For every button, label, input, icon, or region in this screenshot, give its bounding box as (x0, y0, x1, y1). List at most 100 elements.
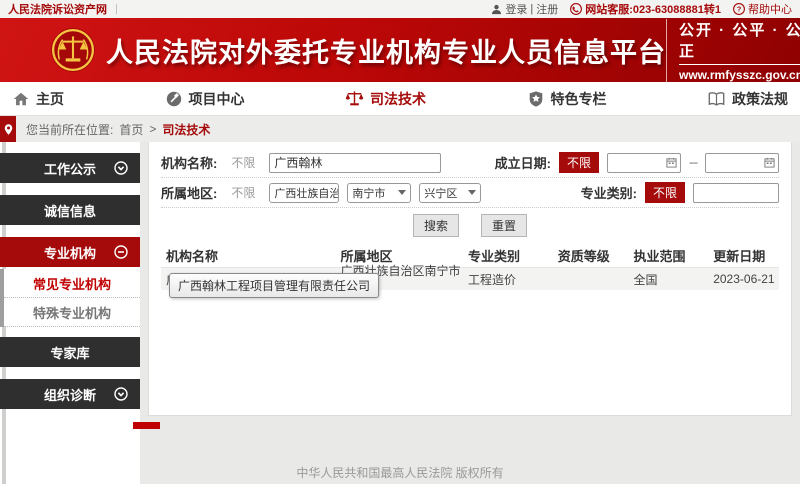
submenu-item-special-orgs[interactable]: 特殊专业机构 (4, 298, 140, 327)
district-select-value: 兴宁区 (424, 185, 457, 201)
nav-label: 政策法规 (732, 89, 788, 109)
book-icon (707, 90, 726, 108)
search-button[interactable]: 搜索 (413, 214, 459, 237)
location-pin-icon (0, 116, 16, 142)
sidebar-item-label: 组织诊断 (44, 385, 96, 404)
nav-item-policy[interactable]: 政策法规 (707, 89, 788, 109)
calendar-icon (764, 157, 775, 168)
top-utility-bar: 人民法院诉讼资产网 | 登录 | 注册 网站客服:023-63088881转1 … (0, 0, 800, 18)
org-name-tooltip: 广西翰林工程项目管理有限责任公司 (169, 273, 379, 298)
sidebar-item-professional-orgs[interactable]: 专业机构 (0, 237, 140, 267)
form-row-2: 所属地区: 不限 广西壮族自治 南宁市 兴宁区 专业类别: 不限 (161, 178, 779, 208)
page-title: 人民法院对外委托专业机构专业人员信息平台 (106, 31, 666, 70)
submenu-item-label: 常见专业机构 (33, 274, 111, 293)
site-name-link[interactable]: 人民法院诉讼资产网 (8, 1, 107, 17)
form-row-1: 机构名称: 不限 成立日期: 不限 --- (161, 148, 779, 178)
hotline-group: 网站客服:023-63088881转1 (570, 1, 721, 17)
court-emblem-logo (50, 27, 96, 73)
sidebar-item-label: 专业机构 (44, 243, 96, 262)
help-center-link[interactable]: 帮助中心 (748, 1, 792, 17)
province-select-value: 广西壮族自治 (274, 185, 339, 201)
reset-button[interactable]: 重置 (481, 214, 527, 237)
banner-slogan-block: 公开 · 公平 · 公正 www.rmfysszc.gov.cn (666, 19, 800, 82)
nav-label: 特色专栏 (551, 89, 607, 109)
breadcrumb-home-link[interactable]: 首页 (119, 121, 143, 138)
hotline-text: 网站客服:023-63088881转1 (585, 1, 721, 17)
cell-scope: 全国 (633, 271, 713, 288)
sidebar-item-label: 工作公示 (44, 159, 96, 178)
district-select[interactable]: 兴宁区 (419, 183, 481, 203)
expand-circle-icon[interactable] (114, 161, 128, 175)
footer-copyright: 中华人民共和国最高人民法院 版权所有 (0, 464, 800, 481)
slogan-text: 公开 · 公平 · 公正 (679, 19, 800, 65)
chevron-down-icon (398, 190, 406, 195)
question-icon: ? (733, 3, 745, 15)
sidebar-item-integrity-info[interactable]: 诚信信息 (0, 195, 140, 225)
nav-item-special-column[interactable]: 特色专栏 (527, 89, 607, 109)
founded-date-label: 成立日期: (495, 153, 551, 172)
org-name-label: 机构名称: (161, 153, 217, 172)
city-select[interactable]: 南宁市 (347, 183, 411, 203)
sidebar-item-label: 诚信信息 (44, 201, 96, 220)
sidebar-item-label: 专家库 (50, 343, 89, 362)
sidebar-item-expert-library[interactable]: 专家库 (0, 337, 140, 367)
sidebar-item-work-publicity[interactable]: 工作公示 (0, 153, 140, 183)
user-icon (491, 4, 502, 15)
region-unlimited-option[interactable]: 不限 (231, 184, 255, 201)
col-header-scope: 执业范围 (633, 246, 713, 265)
chevron-down-icon (468, 190, 476, 195)
login-register-group: 登录 | 注册 (491, 1, 558, 17)
cell-updated: 2023-06-21 (713, 272, 779, 286)
svg-text:?: ? (737, 5, 742, 14)
founded-date-to-input[interactable] (705, 153, 779, 173)
login-link[interactable]: 登录 (505, 1, 527, 17)
province-select[interactable]: 广西壮族自治 (269, 183, 339, 203)
red-accent-bar (133, 422, 160, 429)
nav-label: 项目中心 (189, 89, 245, 109)
col-header-org-name: 机构名称 (161, 246, 340, 265)
topbar-divider: | (115, 3, 118, 15)
nav-label: 司法技术 (370, 89, 426, 109)
phone-icon (570, 3, 582, 15)
col-header-category: 专业类别 (468, 246, 558, 265)
site-url: www.rmfysszc.gov.cn (679, 68, 800, 82)
search-results-panel: 机构名称: 不限 成立日期: 不限 --- 所属地区: 不限 广西壮族自治 (148, 142, 792, 416)
date-range-separator: --- (689, 157, 697, 169)
calendar-icon (666, 157, 677, 168)
badge-icon (527, 90, 545, 108)
founded-date-from-input[interactable] (607, 153, 681, 173)
expand-circle-icon[interactable] (114, 387, 128, 401)
org-name-unlimited-option[interactable]: 不限 (231, 154, 255, 171)
project-icon (165, 90, 183, 108)
submenu-item-common-orgs[interactable]: 常见专业机构 (4, 269, 140, 298)
breadcrumb-prefix: 您当前所在位置: (26, 121, 113, 138)
sidebar-item-org-diagnosis[interactable]: 组织诊断 (0, 379, 140, 409)
cell-category: 工程造价 (468, 271, 558, 288)
home-icon (12, 90, 30, 108)
breadcrumb: 您当前所在位置: 首页 > 司法技术 (0, 116, 800, 142)
sidebar-menu: 工作公示 诚信信息 专业机构 常见专业机构 特殊专业机构 专家库 组织诊断 (0, 153, 140, 421)
collapse-circle-icon[interactable] (114, 245, 128, 259)
category-input[interactable] (693, 183, 779, 203)
city-select-value: 南宁市 (352, 185, 385, 201)
nav-item-project-center[interactable]: 项目中心 (165, 89, 245, 109)
site-banner: 人民法院对外委托专业机构专业人员信息平台 公开 · 公平 · 公正 www.rm… (0, 18, 800, 82)
category-label: 专业类别: (581, 183, 637, 202)
category-unlimited-button[interactable]: 不限 (645, 182, 685, 203)
org-name-input[interactable] (269, 153, 441, 173)
nav-label: 主页 (36, 89, 64, 109)
form-buttons: 搜索 重置 (161, 212, 779, 238)
col-header-updated: 更新日期 (713, 246, 779, 265)
founded-unlimited-button[interactable]: 不限 (559, 152, 599, 173)
register-link[interactable]: 注册 (536, 1, 558, 17)
nav-item-judicial-tech[interactable]: 司法技术 (345, 89, 426, 109)
sidebar-submenu: 常见专业机构 特殊专业机构 (0, 269, 140, 327)
main-nav: 主页 项目中心 司法技术 特色专栏 政策法规 (0, 82, 800, 116)
help-group: ? 帮助中心 (733, 1, 792, 17)
col-header-grade: 资质等级 (558, 246, 634, 265)
breadcrumb-separator: > (149, 122, 156, 136)
breadcrumb-current: 司法技术 (162, 121, 210, 138)
nav-item-home[interactable]: 主页 (12, 89, 64, 109)
login-register-divider: | (530, 3, 533, 15)
table-header-row: 机构名称 所属地区 专业类别 资质等级 执业范围 更新日期 (161, 244, 779, 268)
